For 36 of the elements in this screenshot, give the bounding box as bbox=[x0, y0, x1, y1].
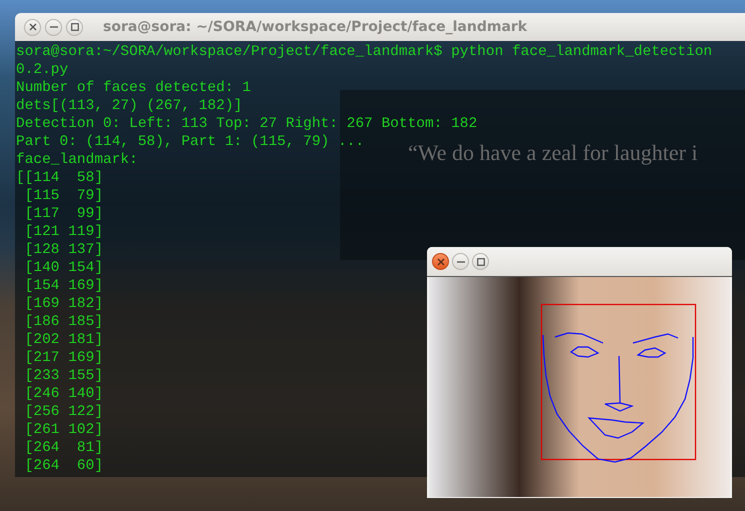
terminal-line: [256 122] bbox=[24, 403, 104, 421]
terminal-line: face_landmark: bbox=[16, 151, 138, 169]
maximize-icon bbox=[70, 23, 78, 31]
terminal-line: [233 155] bbox=[24, 367, 104, 385]
terminal-line: [264 81] bbox=[24, 439, 104, 457]
terminal-line: [264 60] bbox=[24, 457, 104, 475]
close-button[interactable] bbox=[432, 253, 449, 270]
terminal-line: Part 0: (114, 58), Part 1: (115, 79) ... bbox=[16, 133, 364, 151]
close-button[interactable] bbox=[24, 18, 41, 36]
close-icon bbox=[28, 23, 36, 31]
terminal-line: [261 102] bbox=[24, 421, 104, 439]
terminal-line: Number of faces detected: 1 bbox=[16, 79, 251, 97]
minimize-button[interactable] bbox=[45, 18, 62, 36]
terminal-line: [246 140] bbox=[24, 385, 104, 403]
terminal-line: [169 182] bbox=[24, 295, 104, 313]
terminal-line: Detection 0: Left: 113 Top: 27 Right: 267 Bottom: 182 bbox=[16, 115, 478, 133]
terminal-line: [186 185] bbox=[24, 313, 104, 331]
minimize-button[interactable] bbox=[452, 253, 469, 270]
terminal-line: [202 181] bbox=[24, 331, 104, 349]
terminal-line: sora@sora:~/SORA/workspace/Project/face_landmark$ python face_landmark_detection bbox=[16, 43, 712, 61]
terminal-line: [115 79] bbox=[24, 187, 104, 205]
terminal-line: [117 99] bbox=[24, 205, 104, 223]
desktop-quote: “We do have a zeal for laughter i bbox=[408, 140, 698, 166]
window-title: sora@sora: ~/SORA/workspace/Project/face_landmark bbox=[103, 19, 528, 35]
terminal-line: [154 169] bbox=[24, 277, 104, 295]
maximize-button[interactable] bbox=[66, 18, 83, 36]
terminal-line: [217 169] bbox=[24, 349, 104, 367]
maximize-button[interactable] bbox=[472, 253, 489, 270]
close-icon bbox=[436, 258, 444, 266]
terminal-line: [128 137] bbox=[24, 241, 104, 259]
terminal-line: [121 119] bbox=[24, 223, 104, 241]
maximize-icon bbox=[476, 258, 484, 266]
terminal-line: dets[(113, 27) (267, 182)] bbox=[16, 97, 242, 115]
terminal-line: [140 154] bbox=[24, 259, 104, 277]
terminal-line: 0.2.py bbox=[16, 61, 68, 79]
terminal-line: [[114 58] bbox=[16, 169, 104, 187]
